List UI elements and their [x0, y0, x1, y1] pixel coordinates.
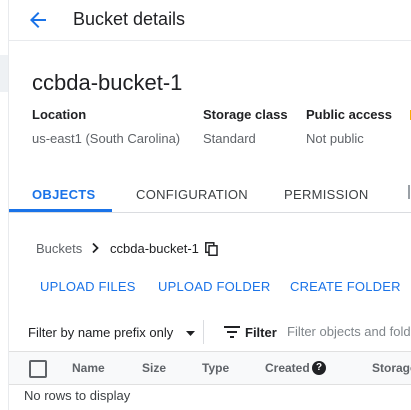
- active-tab-indicator: [9, 209, 112, 212]
- page-title: Bucket details: [73, 9, 186, 29]
- page-header: Bucket details: [9, 0, 411, 41]
- tab-configuration[interactable]: CONFIGURATION: [136, 187, 248, 202]
- filter-bar: Filter by name prefix only Filter: [9, 314, 411, 350]
- column-name[interactable]: Name: [72, 361, 105, 375]
- storage-class-value: Standard: [203, 131, 256, 146]
- column-storage[interactable]: Storage: [372, 361, 411, 375]
- create-folder-button[interactable]: CREATE FOLDER: [290, 279, 401, 294]
- filter-list-icon[interactable]: [224, 326, 240, 338]
- filter-label: Filter: [245, 325, 277, 340]
- bucket-name: ccbda-bucket-1: [32, 70, 183, 95]
- upload-files-button[interactable]: UPLOAD FILES: [40, 279, 136, 294]
- upload-folder-button[interactable]: UPLOAD FOLDER: [158, 279, 270, 294]
- location-value: us-east1 (South Carolina): [32, 131, 181, 146]
- tab-overflow-edge: [408, 185, 410, 199]
- arrow-drop-down-icon[interactable]: [186, 331, 195, 336]
- breadcrumb-current: ccbda-bucket-1: [110, 241, 199, 256]
- copy-icon[interactable]: [205, 242, 218, 256]
- tab-objects[interactable]: OBJECTS: [32, 187, 96, 202]
- arrow-back-icon[interactable]: [26, 8, 50, 32]
- storage-class-label: Storage class: [203, 107, 288, 122]
- breadcrumb-root[interactable]: Buckets: [36, 241, 82, 256]
- location-label: Location: [32, 107, 87, 122]
- prefix-filter-dropdown[interactable]: Filter by name prefix only: [28, 325, 173, 340]
- column-created[interactable]: Created: [265, 361, 310, 375]
- tab-bar: OBJECTS CONFIGURATION PERMISSION: [9, 176, 411, 213]
- select-all-checkbox[interactable]: [29, 360, 47, 378]
- column-size[interactable]: Size: [142, 361, 166, 375]
- chevron-right-icon: [92, 242, 99, 254]
- filter-input[interactable]: [285, 320, 411, 342]
- public-access-value: Not public: [306, 131, 364, 146]
- empty-table-message: No rows to display: [24, 388, 131, 403]
- tab-permission[interactable]: PERMISSION: [284, 187, 369, 202]
- objects-table-header: Name Size Type Created ? Storage: [9, 351, 411, 385]
- filter-divider: [203, 320, 204, 344]
- nav-rail-highlight: [0, 55, 8, 92]
- help-icon[interactable]: ?: [312, 361, 326, 375]
- public-access-label: Public access: [306, 107, 392, 122]
- column-type[interactable]: Type: [202, 361, 229, 375]
